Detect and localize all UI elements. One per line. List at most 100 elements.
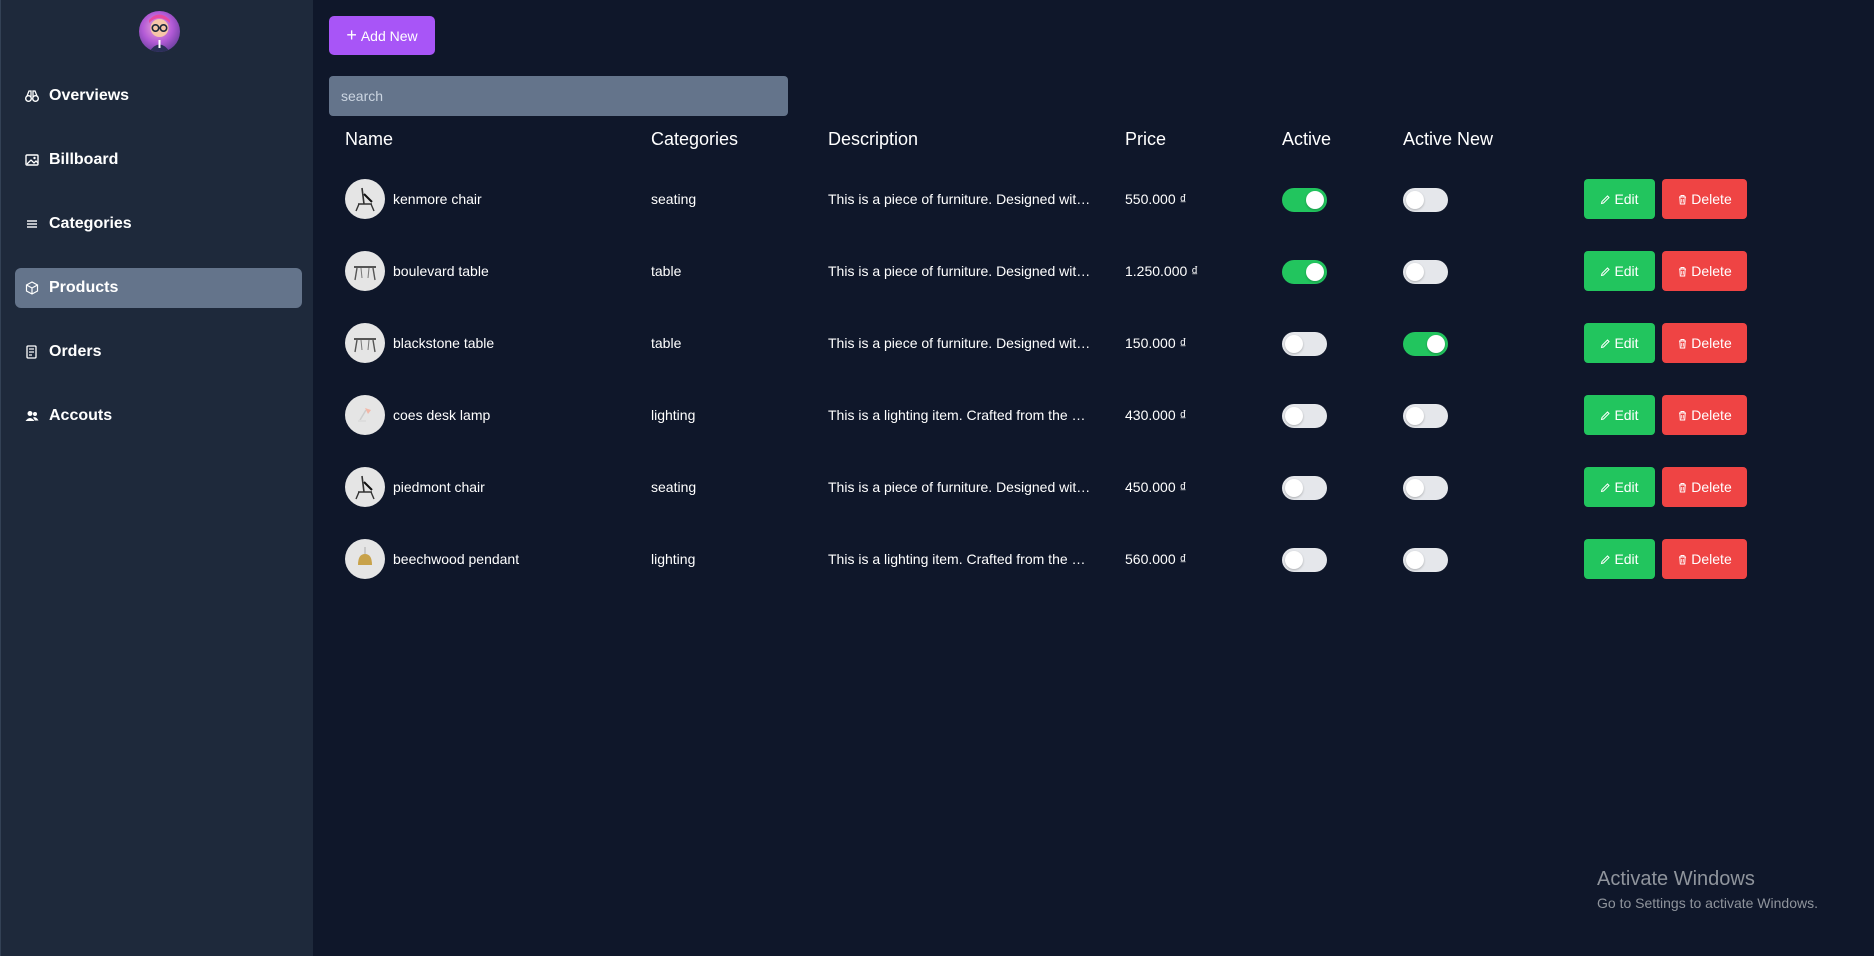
toggle-knob bbox=[1285, 407, 1303, 425]
active-toggle[interactable] bbox=[1282, 332, 1327, 356]
delete-button[interactable]: Delete bbox=[1662, 467, 1747, 507]
toggle-knob bbox=[1285, 479, 1303, 497]
pencil-icon bbox=[1601, 194, 1611, 204]
trash-icon bbox=[1679, 194, 1687, 204]
edit-label: Edit bbox=[1614, 191, 1639, 207]
active-new-toggle[interactable] bbox=[1403, 260, 1448, 284]
toggle-knob bbox=[1406, 407, 1424, 425]
product-thumbnail bbox=[345, 467, 385, 507]
active-new-toggle[interactable] bbox=[1403, 476, 1448, 500]
image-icon bbox=[25, 153, 39, 167]
edit-label: Edit bbox=[1614, 407, 1639, 423]
edit-label: Edit bbox=[1614, 335, 1639, 351]
product-category: lighting bbox=[651, 407, 696, 423]
active-new-toggle[interactable] bbox=[1403, 548, 1448, 572]
product-price: 450.000 ₫ bbox=[1125, 479, 1187, 495]
delete-button[interactable]: Delete bbox=[1662, 539, 1747, 579]
edit-label: Edit bbox=[1614, 551, 1639, 567]
sidebar-item-billboard[interactable]: Billboard bbox=[15, 140, 302, 180]
avatar-image bbox=[149, 14, 170, 52]
active-toggle[interactable] bbox=[1282, 260, 1327, 284]
column-header-price: Price bbox=[1125, 129, 1167, 149]
edit-button[interactable]: Edit bbox=[1584, 323, 1655, 363]
column-header-active: Active bbox=[1282, 129, 1332, 149]
product-name: boulevard table bbox=[393, 263, 489, 279]
lamp-icon bbox=[350, 400, 380, 430]
toggle-knob bbox=[1406, 479, 1424, 497]
active-toggle[interactable] bbox=[1282, 476, 1327, 500]
delete-button[interactable]: Delete bbox=[1662, 395, 1747, 435]
edit-label: Edit bbox=[1614, 263, 1639, 279]
trash-icon bbox=[1679, 266, 1687, 276]
edit-button[interactable]: Edit bbox=[1584, 251, 1655, 291]
table-row: blackstone table table This is a piece of … bbox=[329, 323, 1749, 395]
active-new-toggle[interactable] bbox=[1403, 332, 1448, 356]
edit-button[interactable]: Edit bbox=[1584, 467, 1655, 507]
active-new-toggle[interactable] bbox=[1403, 404, 1448, 428]
edit-button[interactable]: Edit bbox=[1584, 539, 1655, 579]
delete-button[interactable]: Delete bbox=[1662, 179, 1747, 219]
table-row: piedmont chair seating This is a piece of … bbox=[329, 467, 1749, 539]
pendant-icon bbox=[350, 544, 380, 574]
toggle-knob bbox=[1306, 263, 1324, 281]
chair-icon bbox=[350, 184, 380, 214]
product-description: This is a piece of furniture. Designed w… bbox=[828, 479, 1093, 495]
toggle-knob bbox=[1306, 191, 1324, 209]
product-name: beechwood pendant bbox=[393, 551, 520, 567]
sidebar-item-products[interactable]: Products bbox=[15, 268, 302, 308]
active-toggle[interactable] bbox=[1282, 548, 1327, 572]
product-description: This is a piece of furniture. Designed w… bbox=[828, 335, 1093, 351]
sidebar-item-overviews[interactable]: Overviews bbox=[15, 76, 302, 116]
product-description: This is a lighting item. Crafted from th… bbox=[828, 551, 1093, 567]
product-thumbnail bbox=[345, 251, 385, 291]
active-toggle[interactable] bbox=[1282, 188, 1327, 212]
column-header-description: Description bbox=[828, 129, 919, 149]
binoculars-icon bbox=[25, 89, 39, 103]
product-description: This is a lighting item. Crafted from th… bbox=[828, 407, 1093, 423]
product-name: blackstone table bbox=[393, 335, 495, 351]
table-row: coes desk lamp lighting This is a lighting… bbox=[329, 395, 1749, 467]
sidebar-item-orders[interactable]: Orders bbox=[15, 332, 302, 372]
delete-button[interactable]: Delete bbox=[1662, 251, 1747, 291]
trash-icon bbox=[1679, 410, 1687, 420]
edit-button[interactable]: Edit bbox=[1584, 179, 1655, 219]
watermark-title: Activate Windows bbox=[1597, 868, 1755, 890]
column-header-name: Name bbox=[345, 129, 394, 149]
plus-icon: + bbox=[346, 24, 357, 45]
search-input[interactable] bbox=[329, 76, 788, 116]
sidebar-item-label: Products bbox=[49, 279, 119, 296]
product-description-cell: This is a piece of furniture. Designed w… bbox=[828, 467, 1093, 507]
edit-label: Edit bbox=[1614, 479, 1639, 495]
product-thumbnail bbox=[345, 179, 385, 219]
product-thumbnail bbox=[345, 323, 385, 363]
watermark-subtitle: Go to Settings to activate Windows. bbox=[1597, 895, 1818, 911]
pencil-icon bbox=[1601, 266, 1611, 276]
pencil-icon bbox=[1601, 554, 1611, 564]
delete-label: Delete bbox=[1691, 191, 1732, 207]
edit-button[interactable]: Edit bbox=[1584, 395, 1655, 435]
product-name: kenmore chair bbox=[393, 191, 482, 207]
add-new-button[interactable]: + Add New bbox=[329, 16, 435, 55]
pencil-icon bbox=[1601, 482, 1611, 492]
sidebar-item-label: Orders bbox=[49, 343, 102, 360]
product-price: 150.000 ₫ bbox=[1125, 335, 1187, 351]
sidebar-item-accounts[interactable]: Accouts bbox=[15, 396, 302, 436]
delete-button[interactable]: Delete bbox=[1662, 323, 1747, 363]
toggle-knob bbox=[1285, 551, 1303, 569]
product-category: table bbox=[651, 335, 682, 351]
sidebar: Overviews Billboard Categories Products … bbox=[0, 0, 313, 956]
toggle-knob bbox=[1406, 551, 1424, 569]
active-toggle[interactable] bbox=[1282, 404, 1327, 428]
sidebar-item-categories[interactable]: Categories bbox=[15, 204, 302, 244]
table-icon bbox=[350, 328, 380, 358]
toggle-knob bbox=[1406, 191, 1424, 209]
product-category: table bbox=[651, 263, 682, 279]
delete-label: Delete bbox=[1691, 263, 1732, 279]
product-thumbnail bbox=[345, 395, 385, 435]
pencil-icon bbox=[1601, 410, 1611, 420]
product-description-cell: This is a lighting item. Crafted from th… bbox=[828, 395, 1093, 435]
avatar[interactable] bbox=[139, 11, 180, 52]
delete-label: Delete bbox=[1691, 551, 1732, 567]
table-row: boulevard table table This is a piece of f… bbox=[329, 251, 1749, 323]
active-new-toggle[interactable] bbox=[1403, 188, 1448, 212]
